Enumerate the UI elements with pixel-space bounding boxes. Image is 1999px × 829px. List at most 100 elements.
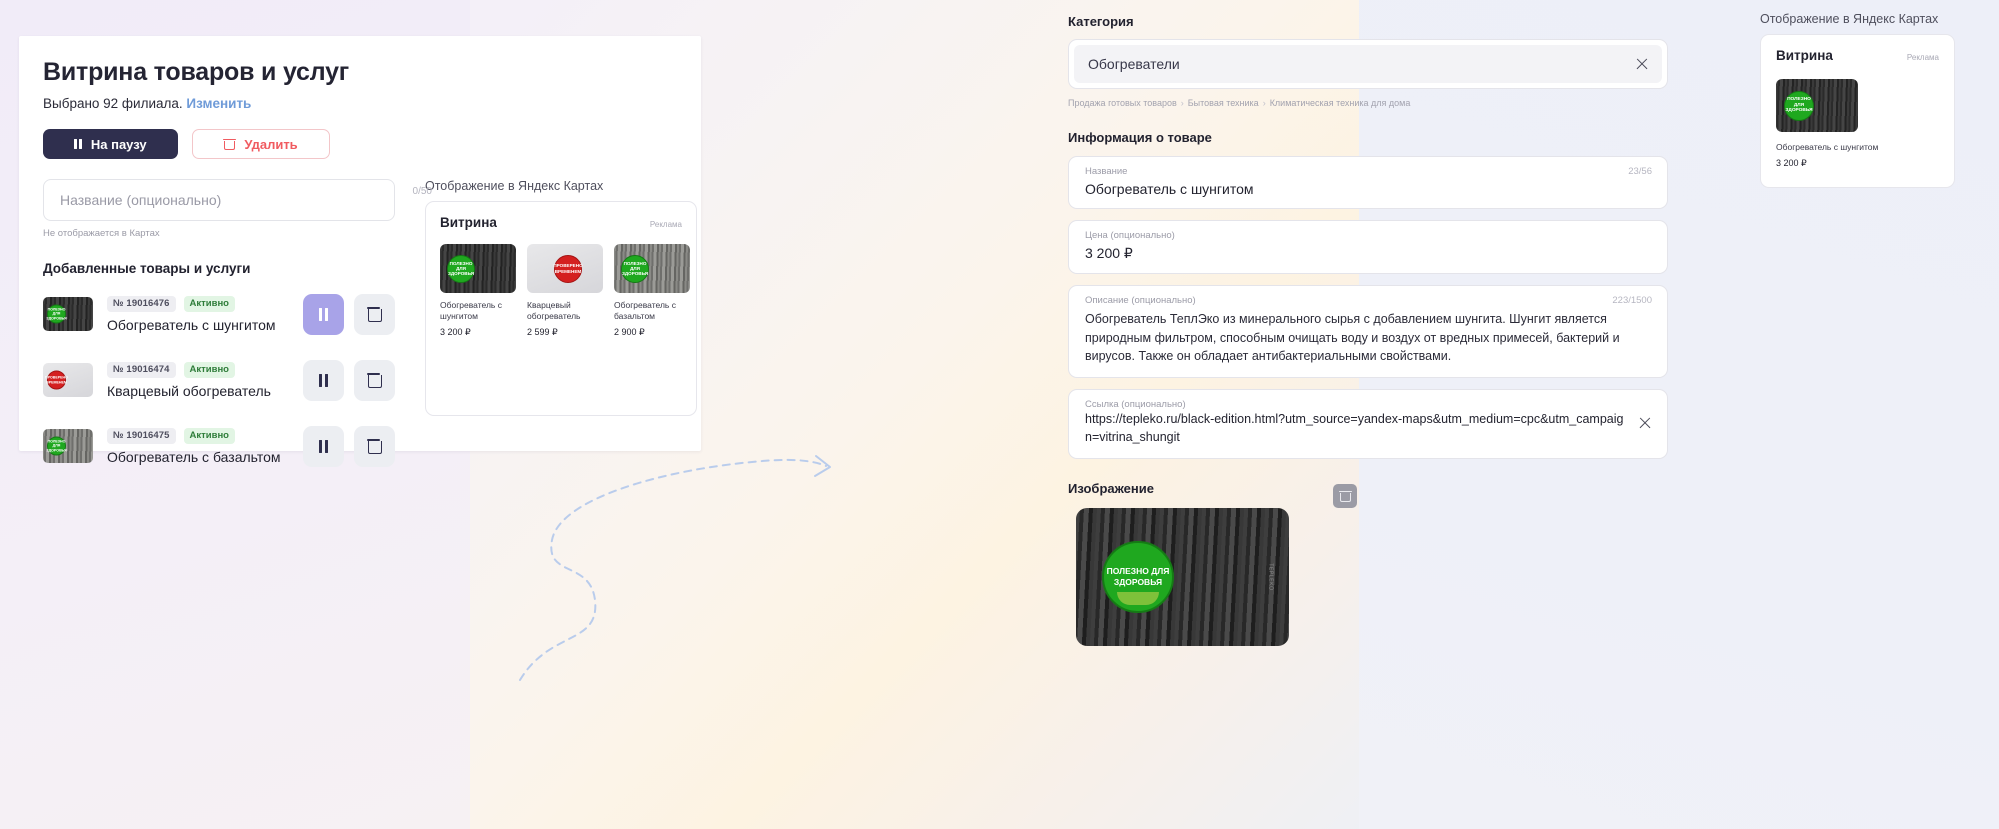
trash-icon (366, 307, 382, 322)
preview-product-price: 2 599 ₽ (527, 327, 558, 338)
product-description-value: Обогреватель ТеплЭко из минерального сыр… (1085, 312, 1620, 363)
breadcrumb-item-0: Продажа готовых товаров (1068, 98, 1177, 108)
product-badge-icon: ПОЛЕЗНО ДЛЯ ЗДОРОВЬЯ (1102, 541, 1174, 613)
product-thumbnail: ПОЛЕЗНО ДЛЯ ЗДОРОВЬЯ (43, 297, 93, 331)
pause-button[interactable]: На паузу (43, 129, 178, 159)
product-name-value: Обогреватель с шунгитом (1085, 181, 1254, 197)
action-buttons: На паузу Удалить (43, 129, 677, 159)
product-info: № 19016474 Активно Кварцевый обогревател… (107, 361, 303, 399)
product-name-counter: 23/56 (1628, 166, 1652, 177)
list-item[interactable]: ПОЛЕЗНО ДЛЯ ЗДОРОВЬЯ Обогреватель с база… (614, 244, 690, 338)
product-name-field[interactable]: Название 23/56 Обогреватель с шунгитом (1068, 156, 1668, 209)
row-pause-button[interactable] (303, 359, 344, 401)
product-name: Обогреватель с базальтом (107, 448, 281, 465)
table-row[interactable]: ПОЛЕЗНО ДЛЯ ЗДОРОВЬЯ № 19016476 Активно … (43, 286, 395, 342)
row-actions (303, 293, 395, 335)
maps-preview-title: Витрина (1776, 48, 1833, 63)
change-branches-link[interactable]: Изменить (186, 96, 251, 111)
showcase-card: Витрина товаров и услуг Выбрано 92 филиа… (19, 36, 701, 467)
showcase-name-input[interactable]: Название (опционально) 0/50 (43, 179, 432, 221)
product-badge-icon: ПОЛЕЗНО ДЛЯ ЗДОРОВЬЯ (447, 254, 475, 283)
product-name-field-label: Название (1085, 166, 1128, 177)
breadcrumb-item-1: Бытовая техника (1187, 98, 1259, 108)
delete-button-label: Удалить (244, 136, 298, 152)
maps-preview-items: ПОЛЕЗНО ДЛЯ ЗДОРОВЬЯ Обогреватель с шунг… (440, 244, 690, 338)
product-badge-text: ПОЛЕЗНО ДЛЯ ЗДОРОВЬЯ (1106, 566, 1170, 587)
preview-product-price: 3 200 ₽ (1776, 158, 1807, 169)
pause-button-label: На паузу (90, 136, 147, 152)
leaf-icon (1117, 592, 1159, 605)
maps-preview-title: Витрина (440, 215, 497, 230)
products-section-heading: Добавленные товары и услуги (43, 261, 251, 276)
pause-icon (318, 439, 329, 453)
maps-preview-card: Витрина Реклама ПОЛЕЗНО ДЛЯ ЗДОРОВЬЯ Обо… (1760, 34, 1955, 189)
product-id-badge: № 19016475 (107, 427, 176, 444)
trash-icon (223, 138, 237, 150)
status-badge: Активно (183, 295, 235, 312)
pause-icon (74, 139, 82, 149)
clear-link-icon[interactable] (1638, 416, 1651, 429)
row-delete-button[interactable] (354, 359, 395, 401)
product-badge-icon: ПОЛЕЗНО ДЛЯ ЗДОРОВЬЯ (46, 304, 67, 324)
trash-icon (1338, 490, 1352, 502)
delete-image-button[interactable] (1333, 484, 1357, 508)
breadcrumb-item-2: Климатическая техника для дома (1269, 98, 1411, 108)
image-section: Изображение ПОЛЕЗНО ДЛЯ ЗДОРОВЬЯ TEPLEKO (1068, 481, 1668, 646)
preview-product-price: 3 200 ₽ (440, 327, 471, 338)
product-tags: № 19016475 Активно (107, 427, 303, 444)
table-row[interactable]: ПРОВЕРЕНО ВРЕМЕНЕМ № 19016474 Активно Кв… (43, 352, 395, 408)
preview-product-name: Обогреватель с шунгитом (1776, 142, 1879, 152)
product-image[interactable]: ПОЛЕЗНО ДЛЯ ЗДОРОВЬЯ TEPLEKO (1076, 508, 1289, 646)
row-delete-button[interactable] (354, 425, 395, 467)
maps-preview-header: Витрина Реклама (440, 215, 682, 230)
product-link-field[interactable]: Ссылка (опционально) https://tepleko.ru/… (1068, 388, 1668, 459)
list-item[interactable]: ПРОВЕРЕНО ВРЕМЕНЕМ Кварцевый обогревател… (527, 244, 603, 338)
product-price-field[interactable]: Цена (опционально) 3 200 ₽ (1068, 220, 1668, 274)
product-name: Кварцевый обогреватель (107, 382, 271, 399)
row-pause-button[interactable] (303, 293, 344, 335)
product-info-heading: Информация о товаре (1068, 130, 1212, 145)
product-badge-icon: ПРОВЕРЕНО ВРЕМЕНЕМ (45, 370, 68, 390)
clear-category-icon[interactable] (1635, 58, 1648, 71)
product-badge-icon: ПРОВЕРЕНО ВРЕМЕНЕМ (553, 254, 583, 283)
image-heading: Изображение (1068, 481, 1154, 496)
delete-button[interactable]: Удалить (192, 129, 330, 159)
showcase-name-hint: Не отображается в Картах (43, 228, 160, 239)
product-info: № 19016476 Активно Обогреватель с шунгит… (107, 295, 303, 333)
product-description-field[interactable]: Описание (опционально) 223/1500 Обогрева… (1068, 285, 1668, 378)
maps-preview-panel-right: Отображение в Яндекс Картах Витрина Рекл… (1760, 12, 1990, 189)
product-tags: № 19016476 Активно (107, 295, 303, 312)
image-watermark: TEPLEKO (1267, 563, 1274, 591)
row-delete-button[interactable] (354, 293, 395, 335)
maps-preview-label: Отображение в Яндекс Картах (1760, 12, 1939, 26)
showcase-name-counter: 0/50 (412, 186, 432, 197)
table-row[interactable]: ПОЛЕЗНО ДЛЯ ЗДОРОВЬЯ № 19016475 Активно … (43, 418, 395, 474)
breadcrumb: Продажа готовых товаров › Бытовая техника ›… (1068, 98, 1411, 108)
products-list: ПОЛЕЗНО ДЛЯ ЗДОРОВЬЯ № 19016476 Активно … (43, 286, 395, 474)
status-badge: Активно (183, 361, 235, 378)
pause-icon (318, 307, 329, 321)
product-info: № 19016475 Активно Обогреватель с базаль… (107, 427, 303, 465)
row-pause-button[interactable] (303, 425, 344, 467)
category-field-inner[interactable]: Обогреватели (1074, 45, 1662, 83)
form-column: Название (опционально) 0/50 Не отображае… (43, 179, 432, 484)
card-body: Название (опционально) 0/50 Не отображае… (43, 179, 697, 484)
preview-product-name: Кварцевый обогреватель (527, 300, 581, 322)
trash-icon (366, 373, 382, 388)
category-field[interactable]: Обогреватели (1068, 39, 1668, 89)
trash-icon (366, 439, 382, 454)
category-value: Обогреватели (1088, 56, 1180, 72)
preview-thumbnail: ПРОВЕРЕНО ВРЕМЕНЕМ (527, 244, 603, 293)
preview-product-name: Обогреватель с шунгитом (440, 300, 502, 322)
product-badge-icon: ПОЛЕЗНО ДЛЯ ЗДОРОВЬЯ (621, 254, 649, 283)
ad-label: Реклама (649, 220, 682, 229)
preview-thumbnail[interactable]: ПОЛЕЗНО ДЛЯ ЗДОРОВЬЯ (1776, 79, 1858, 132)
product-description-counter: 223/1500 (1612, 295, 1652, 306)
product-badge-icon: ПОЛЕЗНО ДЛЯ ЗДОРОВЬЯ (46, 436, 67, 456)
preview-product-price: 2 900 ₽ (614, 327, 645, 338)
image-holder: ПОЛЕЗНО ДЛЯ ЗДОРОВЬЯ TEPLEKO (1076, 484, 1371, 646)
product-thumbnail: ПРОВЕРЕНО ВРЕМЕНЕМ (43, 363, 93, 397)
product-price-field-label: Цена (опционально) (1085, 230, 1175, 241)
product-description-field-label: Описание (опционально) (1085, 295, 1196, 306)
list-item[interactable]: ПОЛЕЗНО ДЛЯ ЗДОРОВЬЯ Обогреватель с шунг… (440, 244, 516, 338)
